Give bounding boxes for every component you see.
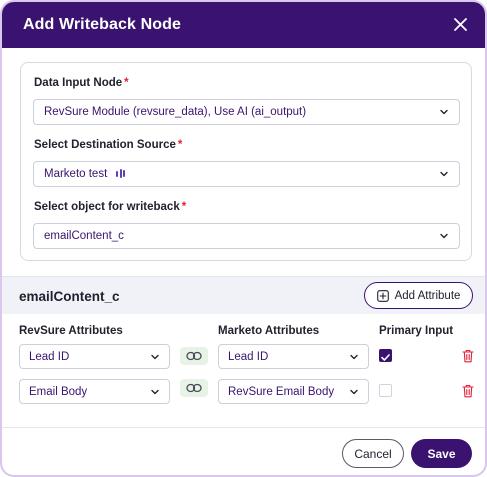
chevron-down-icon	[440, 233, 448, 239]
revsure-attribute-select[interactable]: Email Body	[19, 379, 170, 404]
chevron-down-icon	[440, 109, 448, 115]
save-button[interactable]: Save	[411, 439, 472, 468]
chevron-down-icon	[151, 354, 159, 359]
revsure-attributes-header: RevSure Attributes	[19, 325, 123, 337]
chevron-down-icon	[350, 389, 358, 394]
footer-divider	[2, 427, 485, 428]
marketo-attribute-select[interactable]: Lead ID	[218, 344, 369, 369]
attribute-section-header: emailContent_c Add Attribute	[2, 276, 485, 314]
add-attribute-button[interactable]: Add Attribute	[364, 282, 473, 309]
marketo-attribute-value: Lead ID	[228, 350, 269, 363]
marketo-attribute-select[interactable]: RevSure Email Body	[218, 379, 369, 404]
dialog-header: Add Writeback Node	[2, 2, 485, 48]
add-writeback-node-dialog: Add Writeback Node Data Input Node * RevS…	[0, 0, 487, 477]
close-icon[interactable]	[451, 15, 471, 35]
chevron-down-icon	[151, 389, 159, 394]
destination-value: Marketo test	[44, 168, 108, 180]
data-input-label: Data Input Node *	[34, 77, 129, 89]
revsure-attribute-value: Lead ID	[29, 350, 70, 363]
object-value: emailContent_c	[44, 230, 124, 242]
plus-square-icon	[376, 289, 389, 302]
object-label: Select object for writeback *	[34, 201, 187, 213]
add-attribute-label: Add Attribute	[394, 289, 461, 302]
primary-input-checkbox[interactable]	[379, 384, 392, 397]
delete-icon[interactable]	[462, 349, 474, 363]
object-select[interactable]: emailContent_c	[33, 223, 460, 249]
check-icon	[381, 354, 390, 361]
delete-icon[interactable]	[462, 384, 474, 398]
required-mark: *	[177, 139, 183, 151]
chevron-down-icon	[350, 354, 358, 359]
revsure-attribute-select[interactable]: Lead ID	[19, 344, 170, 369]
marketo-attributes-header: Marketo Attributes	[218, 325, 320, 337]
cancel-button[interactable]: Cancel	[342, 439, 404, 468]
data-input-select[interactable]: RevSure Module (revsure_data), Use AI (a…	[33, 99, 460, 125]
required-mark: *	[124, 77, 129, 89]
marketo-attribute-value: RevSure Email Body	[228, 385, 335, 398]
destination-select[interactable]: Marketo test	[33, 161, 460, 187]
source-bars-icon	[116, 169, 126, 179]
primary-input-header: Primary Input	[379, 325, 454, 337]
link-icon	[180, 379, 208, 397]
node-config-card: Data Input Node * RevSure Module (revsure…	[20, 62, 472, 261]
link-icon	[180, 347, 208, 365]
primary-input-checkbox[interactable]	[379, 349, 392, 362]
dialog-title: Add Writeback Node	[23, 16, 181, 33]
chevron-down-icon	[440, 171, 448, 177]
section-title: emailContent_c	[19, 289, 120, 304]
data-input-value: RevSure Module (revsure_data), Use AI (a…	[44, 106, 307, 118]
destination-label: Select Destination Source *	[34, 139, 183, 151]
required-mark: *	[181, 201, 187, 213]
revsure-attribute-value: Email Body	[29, 385, 88, 398]
